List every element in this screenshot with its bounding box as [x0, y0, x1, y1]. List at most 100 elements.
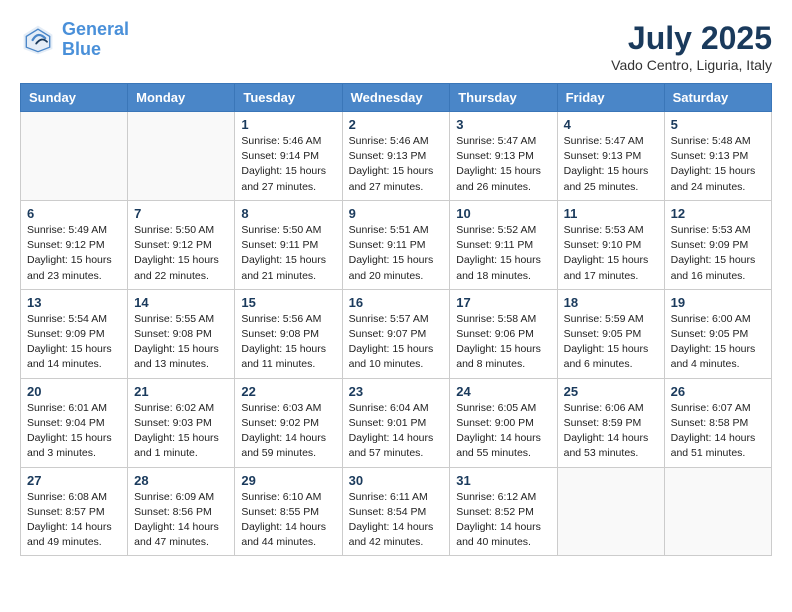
- day-number: 10: [456, 206, 550, 221]
- day-info: Sunrise: 5:49 AM Sunset: 9:12 PM Dayligh…: [27, 223, 121, 284]
- calendar-cell: 18 Sunrise: 5:59 AM Sunset: 9:05 PM Dayli…: [557, 289, 664, 378]
- title-block: July 2025 Vado Centro, Liguria, Italy: [611, 20, 772, 73]
- day-number: 4: [564, 117, 658, 132]
- calendar-cell: 8Sunrise: 5:50 AM Sunset: 9:11 PM Daylig…: [235, 200, 342, 289]
- day-number: 5: [671, 117, 765, 132]
- calendar-cell: 5 Sunrise: 5:48 AM Sunset: 9:13 PM Daylig…: [664, 112, 771, 201]
- weekday-header-row: SundayMondayTuesdayWednesdayThursdayFrid…: [21, 84, 772, 112]
- day-info: Sunrise: 5:47 AM Sunset: 9:13 PM Dayligh…: [456, 134, 550, 195]
- calendar-cell: [557, 467, 664, 556]
- calendar-cell: 25Sunrise: 6:06 AM Sunset: 8:59 PM Dayli…: [557, 378, 664, 467]
- day-info: Sunrise: 6:04 AM Sunset: 9:01 PM Dayligh…: [349, 401, 444, 462]
- day-number: 11: [564, 206, 658, 221]
- day-number: 31: [456, 473, 550, 488]
- day-info: Sunrise: 5:56 AM Sunset: 9:08 PM Dayligh…: [241, 312, 335, 373]
- day-info: Sunrise: 6:07 AM Sunset: 8:58 PM Dayligh…: [671, 401, 765, 462]
- day-info: Sunrise: 6:09 AM Sunset: 8:56 PM Dayligh…: [134, 490, 228, 551]
- day-info: Sunrise: 6:00 AM Sunset: 9:05 PM Dayligh…: [671, 312, 765, 373]
- logo: General Blue: [20, 20, 129, 60]
- day-info: Sunrise: 5:59 AM Sunset: 9:05 PM Dayligh…: [564, 312, 658, 373]
- logo-text: General Blue: [62, 20, 129, 60]
- week-row-5: 27 Sunrise: 6:08 AM Sunset: 8:57 PM Dayli…: [21, 467, 772, 556]
- day-info: Sunrise: 5:58 AM Sunset: 9:06 PM Dayligh…: [456, 312, 550, 373]
- calendar-cell: 2 Sunrise: 5:46 AM Sunset: 9:13 PM Daylig…: [342, 112, 450, 201]
- week-row-1: 1 Sunrise: 5:46 AM Sunset: 9:14 PM Daylig…: [21, 112, 772, 201]
- day-info: Sunrise: 6:02 AM Sunset: 9:03 PM Dayligh…: [134, 401, 228, 462]
- day-info: Sunrise: 6:12 AM Sunset: 8:52 PM Dayligh…: [456, 490, 550, 551]
- calendar-cell: 28Sunrise: 6:09 AM Sunset: 8:56 PM Dayli…: [128, 467, 235, 556]
- day-number: 6: [27, 206, 121, 221]
- day-number: 30: [349, 473, 444, 488]
- calendar-cell: 29Sunrise: 6:10 AM Sunset: 8:55 PM Dayli…: [235, 467, 342, 556]
- day-info: Sunrise: 5:54 AM Sunset: 9:09 PM Dayligh…: [27, 312, 121, 373]
- calendar-cell: [664, 467, 771, 556]
- calendar-cell: 10 Sunrise: 5:52 AM Sunset: 9:11 PM Dayli…: [450, 200, 557, 289]
- day-info: Sunrise: 5:46 AM Sunset: 9:14 PM Dayligh…: [241, 134, 335, 195]
- day-info: Sunrise: 6:01 AM Sunset: 9:04 PM Dayligh…: [27, 401, 121, 462]
- calendar-cell: 3Sunrise: 5:47 AM Sunset: 9:13 PM Daylig…: [450, 112, 557, 201]
- page-header: General Blue July 2025 Vado Centro, Ligu…: [20, 20, 772, 73]
- calendar-cell: 6 Sunrise: 5:49 AM Sunset: 9:12 PM Daylig…: [21, 200, 128, 289]
- weekday-header-saturday: Saturday: [664, 84, 771, 112]
- week-row-2: 6 Sunrise: 5:49 AM Sunset: 9:12 PM Daylig…: [21, 200, 772, 289]
- day-info: Sunrise: 6:06 AM Sunset: 8:59 PM Dayligh…: [564, 401, 658, 462]
- day-number: 20: [27, 384, 121, 399]
- day-number: 24: [456, 384, 550, 399]
- day-number: 9: [349, 206, 444, 221]
- day-number: 22: [241, 384, 335, 399]
- calendar-cell: 30 Sunrise: 6:11 AM Sunset: 8:54 PM Dayli…: [342, 467, 450, 556]
- calendar-cell: 13 Sunrise: 5:54 AM Sunset: 9:09 PM Dayli…: [21, 289, 128, 378]
- day-info: Sunrise: 5:46 AM Sunset: 9:13 PM Dayligh…: [349, 134, 444, 195]
- day-info: Sunrise: 6:05 AM Sunset: 9:00 PM Dayligh…: [456, 401, 550, 462]
- calendar-cell: 17 Sunrise: 5:58 AM Sunset: 9:06 PM Dayli…: [450, 289, 557, 378]
- day-number: 18: [564, 295, 658, 310]
- calendar-table: SundayMondayTuesdayWednesdayThursdayFrid…: [20, 83, 772, 556]
- weekday-header-wednesday: Wednesday: [342, 84, 450, 112]
- logo-icon: [20, 22, 56, 58]
- day-number: 23: [349, 384, 444, 399]
- day-info: Sunrise: 5:57 AM Sunset: 9:07 PM Dayligh…: [349, 312, 444, 373]
- day-number: 12: [671, 206, 765, 221]
- month-year: July 2025: [611, 20, 772, 57]
- day-number: 8: [241, 206, 335, 221]
- calendar-cell: 12 Sunrise: 5:53 AM Sunset: 9:09 PM Dayli…: [664, 200, 771, 289]
- day-number: 13: [27, 295, 121, 310]
- day-number: 1: [241, 117, 335, 132]
- calendar-cell: 23 Sunrise: 6:04 AM Sunset: 9:01 PM Dayli…: [342, 378, 450, 467]
- weekday-header-tuesday: Tuesday: [235, 84, 342, 112]
- day-number: 14: [134, 295, 228, 310]
- day-number: 15: [241, 295, 335, 310]
- calendar-cell: 24 Sunrise: 6:05 AM Sunset: 9:00 PM Dayli…: [450, 378, 557, 467]
- day-info: Sunrise: 5:48 AM Sunset: 9:13 PM Dayligh…: [671, 134, 765, 195]
- day-number: 19: [671, 295, 765, 310]
- day-info: Sunrise: 5:50 AM Sunset: 9:12 PM Dayligh…: [134, 223, 228, 284]
- day-info: Sunrise: 6:03 AM Sunset: 9:02 PM Dayligh…: [241, 401, 335, 462]
- calendar-cell: 21Sunrise: 6:02 AM Sunset: 9:03 PM Dayli…: [128, 378, 235, 467]
- day-info: Sunrise: 5:53 AM Sunset: 9:10 PM Dayligh…: [564, 223, 658, 284]
- calendar-cell: [21, 112, 128, 201]
- day-info: Sunrise: 5:55 AM Sunset: 9:08 PM Dayligh…: [134, 312, 228, 373]
- calendar-cell: 19 Sunrise: 6:00 AM Sunset: 9:05 PM Dayli…: [664, 289, 771, 378]
- calendar-cell: 26 Sunrise: 6:07 AM Sunset: 8:58 PM Dayli…: [664, 378, 771, 467]
- location: Vado Centro, Liguria, Italy: [611, 57, 772, 73]
- week-row-3: 13 Sunrise: 5:54 AM Sunset: 9:09 PM Dayli…: [21, 289, 772, 378]
- day-info: Sunrise: 5:53 AM Sunset: 9:09 PM Dayligh…: [671, 223, 765, 284]
- weekday-header-monday: Monday: [128, 84, 235, 112]
- day-number: 27: [27, 473, 121, 488]
- calendar-cell: 22 Sunrise: 6:03 AM Sunset: 9:02 PM Dayli…: [235, 378, 342, 467]
- day-number: 29: [241, 473, 335, 488]
- day-info: Sunrise: 6:08 AM Sunset: 8:57 PM Dayligh…: [27, 490, 121, 551]
- weekday-header-friday: Friday: [557, 84, 664, 112]
- calendar-cell: 27 Sunrise: 6:08 AM Sunset: 8:57 PM Dayli…: [21, 467, 128, 556]
- calendar-cell: 4Sunrise: 5:47 AM Sunset: 9:13 PM Daylig…: [557, 112, 664, 201]
- calendar-cell: 20 Sunrise: 6:01 AM Sunset: 9:04 PM Dayli…: [21, 378, 128, 467]
- day-number: 17: [456, 295, 550, 310]
- day-info: Sunrise: 5:52 AM Sunset: 9:11 PM Dayligh…: [456, 223, 550, 284]
- day-info: Sunrise: 6:11 AM Sunset: 8:54 PM Dayligh…: [349, 490, 444, 551]
- day-number: 7: [134, 206, 228, 221]
- calendar-cell: 11 Sunrise: 5:53 AM Sunset: 9:10 PM Dayli…: [557, 200, 664, 289]
- day-number: 26: [671, 384, 765, 399]
- calendar-cell: 14 Sunrise: 5:55 AM Sunset: 9:08 PM Dayli…: [128, 289, 235, 378]
- calendar-cell: 1 Sunrise: 5:46 AM Sunset: 9:14 PM Daylig…: [235, 112, 342, 201]
- day-number: 2: [349, 117, 444, 132]
